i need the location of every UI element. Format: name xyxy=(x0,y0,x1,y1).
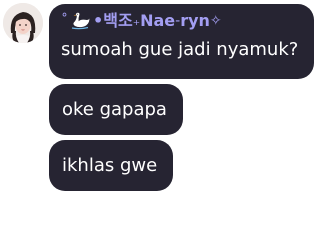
sender-name-separator: ₊ xyxy=(132,13,141,29)
sender-name-suffix: ryn xyxy=(180,11,210,30)
sparkle-icon: ✧ xyxy=(209,13,222,29)
sender-name-bullet: • xyxy=(93,11,104,30)
sender-name-prefix: ˚ xyxy=(61,13,68,29)
sender-name-main: Nae xyxy=(140,11,176,30)
chat-message-group: ˚ • 백조 ₊ Nae - ryn ✧ sumoah gue jadi nya… xyxy=(0,0,320,242)
message-bubble[interactable]: oke gapapa xyxy=(49,84,183,135)
message-text: oke gapapa xyxy=(62,98,167,120)
swan-icon xyxy=(70,12,90,30)
sender-name-korean: 백조 xyxy=(103,11,133,30)
message-bubble-first[interactable]: ˚ • 백조 ₊ Nae - ryn ✧ sumoah gue jadi nya… xyxy=(49,4,314,79)
sender-name[interactable]: ˚ • 백조 ₊ Nae - ryn ✧ xyxy=(61,10,302,32)
message-text: ikhlas gwe xyxy=(62,154,158,176)
message-text: sumoah gue jadi nyamuk? xyxy=(61,39,299,60)
avatar-image xyxy=(3,3,43,43)
avatar[interactable] xyxy=(3,3,43,43)
message-bubble[interactable]: ikhlas gwe xyxy=(49,140,173,191)
